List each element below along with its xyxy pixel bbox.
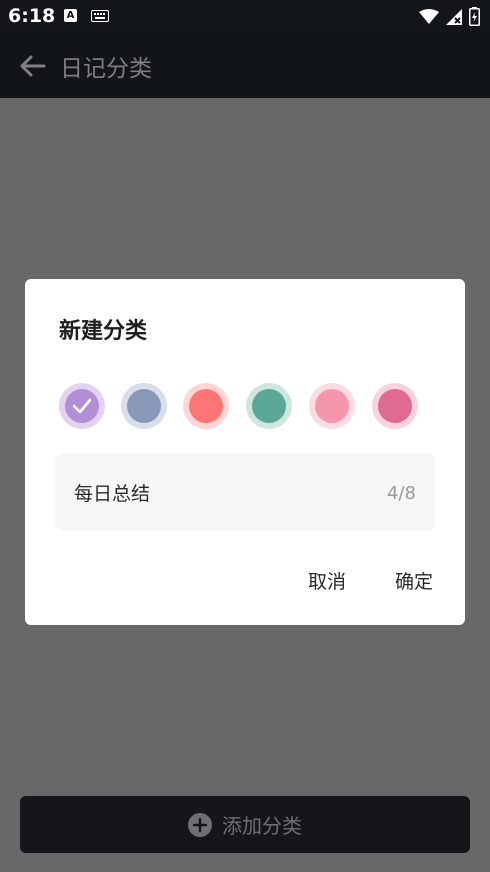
battery-icon [469, 7, 480, 26]
color-swatch-purple[interactable] [59, 383, 105, 429]
color-swatch-dot [315, 389, 349, 423]
color-swatch-pink[interactable] [309, 383, 355, 429]
status-bar: 6:18 A [0, 0, 490, 34]
color-swatch-teal[interactable] [246, 383, 292, 429]
check-icon [72, 398, 92, 414]
color-swatch-dot [252, 389, 286, 423]
page-title: 日记分类 [60, 56, 152, 82]
color-swatch-dot [127, 389, 161, 423]
color-swatch-rose[interactable] [372, 383, 418, 429]
dialog-title: 新建分类 [59, 319, 148, 344]
plus-circle-icon [188, 812, 212, 837]
color-swatch-dot [378, 389, 412, 423]
color-swatch-dot [189, 389, 223, 423]
color-swatch-coral[interactable] [183, 383, 229, 429]
add-category-button[interactable]: 添加分类 [20, 796, 470, 853]
color-swatch-dot [65, 389, 99, 423]
app-bar: 日记分类 [0, 34, 490, 98]
cancel-button[interactable]: 取消 [308, 567, 346, 594]
status-time: 6:18 [8, 5, 56, 27]
add-category-label: 添加分类 [222, 814, 302, 838]
keyboard-icon [91, 10, 109, 22]
category-name-field[interactable]: 4/8 [55, 453, 435, 531]
wifi-icon [419, 8, 439, 24]
notification-a-icon: A [64, 9, 77, 22]
confirm-button[interactable]: 确定 [395, 567, 433, 594]
cellular-signal-icon [446, 8, 462, 25]
color-swatch-slate[interactable] [121, 383, 167, 429]
char-counter: 4/8 [387, 483, 416, 504]
new-category-dialog: 新建分类 4/8 取消 确定 [25, 279, 465, 625]
category-name-input[interactable] [74, 481, 334, 503]
back-arrow-icon[interactable] [18, 54, 46, 78]
